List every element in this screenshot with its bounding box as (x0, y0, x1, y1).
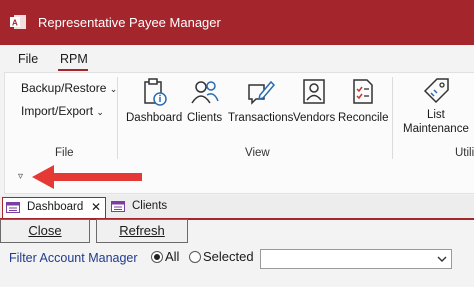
tab-clients[interactable]: Clients (108, 197, 178, 217)
close-button-label: Close (28, 223, 62, 238)
clients-label: Clients (187, 112, 223, 124)
red-arrow-icon (32, 165, 142, 189)
account-manager-combo[interactable] (260, 249, 452, 269)
clients-button[interactable]: Clients (187, 77, 222, 124)
reconcile-label: Reconcile (338, 112, 389, 124)
title-bar: A Representative Payee Manager (0, 0, 474, 45)
people-icon (190, 81, 219, 104)
group-separator (392, 77, 393, 159)
collapse-ribbon-icon[interactable]: ▿ (18, 171, 23, 182)
dashboard-label: Dashboard (126, 112, 183, 124)
close-button[interactable]: Close (0, 219, 90, 243)
menu-file[interactable]: File (18, 52, 38, 66)
import-export-label: Import/Export (21, 104, 94, 118)
chevron-down-icon: ⌄ (96, 107, 104, 117)
radio-all[interactable] (151, 251, 163, 263)
vendors-label: Vendors (293, 112, 336, 124)
svg-text:A: A (12, 19, 18, 28)
group-label-utilities: Utili (455, 147, 474, 159)
tab-dashboard[interactable]: Dashboard ✕ (2, 197, 106, 218)
list-maintenance-label-line2: Maintenance (403, 123, 469, 135)
form-icon (6, 202, 20, 213)
backup-restore-label: Backup/Restore (21, 81, 107, 95)
tag-icon (423, 78, 449, 104)
menu-rpm[interactable]: RPM (60, 52, 88, 66)
access-app-icon: A (10, 15, 26, 29)
transactions-button[interactable]: Transactions (228, 77, 293, 124)
group-label-file: File (55, 147, 74, 159)
close-icon[interactable]: ✕ (91, 200, 101, 214)
radio-all-label: All (165, 249, 180, 264)
chevron-down-icon[interactable] (435, 252, 449, 266)
transactions-label: Transactions (228, 112, 294, 124)
radio-selected-label: Selected (203, 249, 254, 264)
menu-bar: File RPM (0, 45, 474, 72)
dashboard-button[interactable]: Dashboard (126, 77, 182, 124)
vendors-button[interactable]: Vendors (293, 77, 335, 124)
active-menu-indicator (58, 69, 88, 71)
refresh-button[interactable]: Refresh (96, 219, 188, 243)
reconcile-button[interactable]: Reconcile (338, 77, 389, 124)
filter-account-manager-label: Filter Account Manager (9, 251, 138, 265)
tab-clients-label: Clients (132, 200, 168, 212)
clipboard-info-icon (144, 78, 167, 106)
radio-selected-dot (154, 254, 160, 260)
ribbon: Backup/Restore ⌄ Import/Export ⌄ File Da… (4, 72, 474, 166)
group-separator (117, 77, 118, 159)
filter-row: Filter Account Manager All Selected (0, 243, 474, 287)
window-title: Representative Payee Manager (38, 15, 221, 30)
checklist-icon (353, 79, 373, 104)
list-maintenance-button[interactable]: List Maintenance (403, 77, 469, 135)
edit-comment-icon (247, 80, 275, 105)
backup-restore-button[interactable]: Backup/Restore ⌄ (21, 81, 117, 95)
contact-card-icon (303, 79, 325, 104)
group-label-view: View (245, 147, 270, 159)
tab-dashboard-label: Dashboard (27, 201, 84, 213)
list-maintenance-label-line1: List (426, 109, 445, 121)
refresh-button-label: Refresh (119, 223, 165, 238)
form-icon (111, 201, 125, 212)
document-tab-bar: Dashboard ✕ Clients (0, 195, 474, 220)
radio-selected[interactable] (189, 251, 201, 263)
import-export-button[interactable]: Import/Export ⌄ (21, 104, 104, 118)
